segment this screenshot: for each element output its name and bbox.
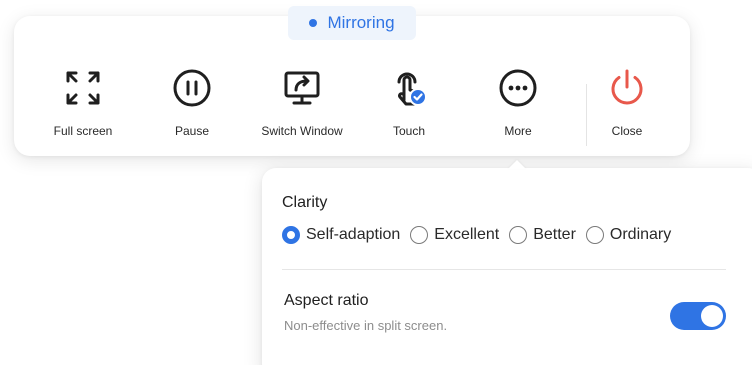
more-button[interactable]: More [463, 66, 573, 156]
status-dot-icon [309, 19, 318, 27]
more-icon [496, 66, 540, 110]
close-button[interactable]: Close [572, 66, 682, 156]
pause-button[interactable]: Pause [137, 66, 247, 156]
clarity-option-label: Better [533, 226, 576, 243]
switch-window-icon [280, 66, 324, 110]
clarity-option-label: Ordinary [609, 226, 672, 243]
touch-label: Touch [392, 124, 426, 138]
toggle-knob [701, 305, 723, 327]
radio-unselected-icon [509, 226, 528, 244]
aspect-ratio-subtitle: Non-effective in split screen. [284, 318, 448, 333]
touch-icon [387, 66, 431, 110]
clarity-title: Clarity [282, 194, 328, 211]
clarity-option-better[interactable]: Better [509, 226, 576, 244]
radio-unselected-icon [585, 226, 604, 244]
popover-caret [508, 160, 526, 169]
full-screen-button[interactable]: Full screen [28, 66, 138, 156]
mirroring-status-badge: Mirroring [288, 6, 416, 40]
aspect-ratio-toggle[interactable] [670, 302, 726, 330]
fullscreen-icon [61, 66, 105, 110]
mirroring-overlay: Full screen Pause Switch Window Touch Mo… [0, 0, 752, 365]
clarity-option-self-adaption[interactable]: Self-adaption [282, 226, 400, 244]
radio-selected-icon [282, 226, 300, 244]
switch-window-label: Switch Window [261, 124, 343, 138]
panel-divider [282, 269, 726, 270]
more-settings-panel: Clarity Self-adaption Excellent Better O… [262, 168, 752, 365]
full-screen-label: Full screen [53, 124, 113, 138]
radio-unselected-icon [410, 226, 429, 244]
pause-label: Pause [174, 124, 210, 138]
clarity-option-ordinary[interactable]: Ordinary [585, 226, 672, 244]
clarity-option-excellent[interactable]: Excellent [410, 226, 499, 244]
more-label: More [504, 124, 532, 138]
clarity-options: Self-adaption Excellent Better Ordinary [282, 226, 671, 244]
switch-window-button[interactable]: Switch Window [247, 66, 357, 156]
power-icon [605, 66, 649, 110]
clarity-option-label: Self-adaption [306, 226, 401, 243]
aspect-ratio-title: Aspect ratio [284, 292, 369, 309]
pause-icon [170, 66, 214, 110]
clarity-option-label: Excellent [434, 226, 500, 243]
touch-button[interactable]: Touch [354, 66, 464, 156]
mirroring-status-label: Mirroring [327, 13, 395, 32]
close-label: Close [611, 124, 643, 138]
